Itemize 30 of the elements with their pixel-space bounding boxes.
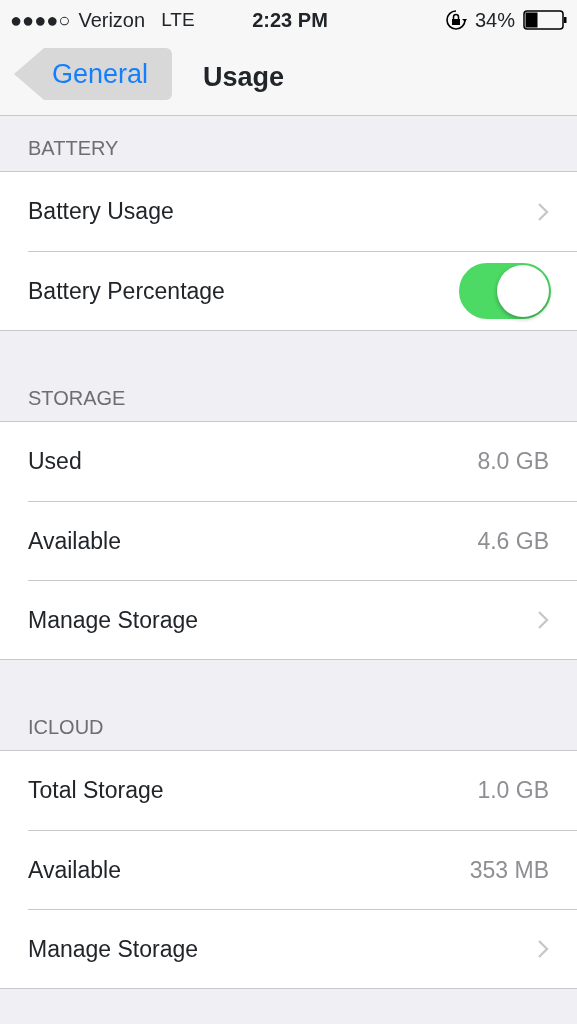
chevron-icon bbox=[537, 201, 549, 222]
row-label: Available bbox=[28, 855, 122, 885]
row-value: 4.6 GB bbox=[477, 526, 549, 556]
section-header: BATTERY bbox=[28, 136, 119, 161]
network-type: LTE bbox=[161, 7, 195, 32]
row-label: Total Storage bbox=[28, 776, 165, 806]
battery-icon bbox=[523, 10, 567, 30]
row-label: Manage Storage bbox=[28, 605, 200, 635]
row-label: Manage Storage bbox=[28, 934, 200, 964]
carrier-name: Verizon bbox=[78, 8, 146, 33]
section-header: STORAGE bbox=[28, 386, 126, 411]
screen-title: Usage bbox=[202, 61, 284, 95]
row-value: 1.0 GB bbox=[477, 776, 549, 806]
settings-row[interactable]: Manage Storage bbox=[28, 580, 577, 659]
chevron-icon bbox=[537, 610, 549, 630]
row-label: Available bbox=[28, 526, 122, 556]
battery-percent: 34% bbox=[474, 8, 515, 33]
settings-row[interactable]: Manage Storage bbox=[28, 909, 577, 988]
signal-strength: ●●●●○ bbox=[10, 8, 71, 33]
chevron-icon bbox=[537, 939, 549, 959]
section-header: ICLOUD bbox=[28, 715, 104, 740]
row-label: Battery Usage bbox=[28, 197, 175, 227]
row-value: 353 MB bbox=[469, 855, 549, 885]
row-value: 8.0 GB bbox=[477, 447, 549, 477]
rotation-lock-icon bbox=[444, 9, 467, 31]
settings-row[interactable]: Battery Usage bbox=[28, 172, 577, 251]
row-label: Used bbox=[28, 447, 83, 477]
toggle-switch[interactable] bbox=[459, 263, 551, 319]
row-label: Battery Percentage bbox=[28, 276, 226, 306]
status-time: 2:23 PM bbox=[251, 8, 329, 33]
